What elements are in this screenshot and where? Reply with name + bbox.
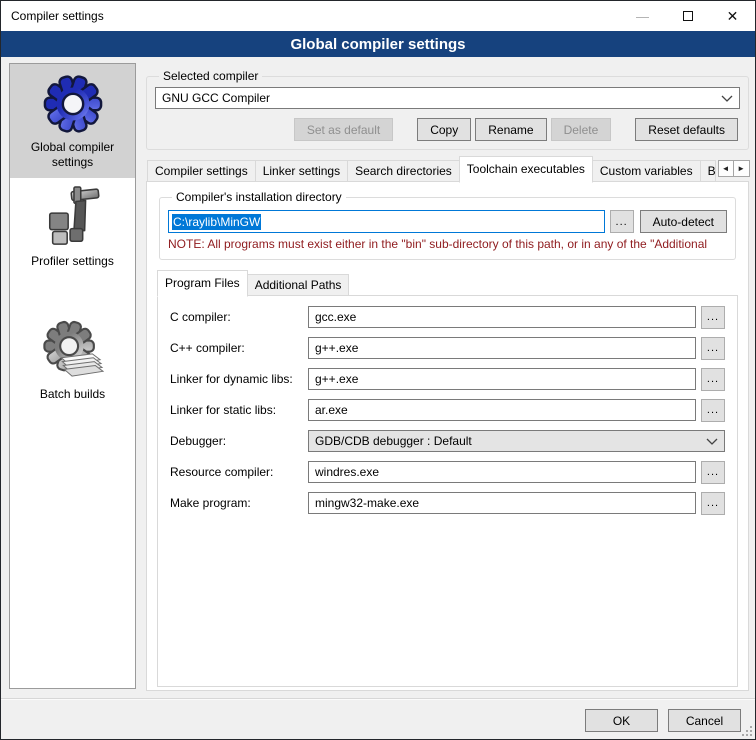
form-row-cpp-compiler: C++ compiler: ... [170, 337, 725, 359]
sidebar-item-profiler-settings[interactable]: Profiler settings [10, 178, 135, 277]
compiler-settings-dialog: Compiler settings — ✕ Global compiler se… [0, 0, 756, 740]
settings-category-list: Global compiler settings [9, 63, 136, 689]
c-compiler-browse-button[interactable]: ... [701, 306, 725, 329]
sidebar-item-batch-builds[interactable]: Batch builds [10, 311, 135, 410]
installation-directory-row: C:\raylib\MinGW ... Auto-detect [168, 210, 727, 233]
tab-scroll-left-button[interactable]: ◄ [718, 160, 734, 177]
main-panel: Selected compiler GNU GCC Compiler Set a… [146, 63, 749, 691]
window-title: Compiler settings [1, 9, 104, 23]
page-title: Global compiler settings [290, 36, 465, 53]
form-row-static-linker: Linker for static libs: ... [170, 399, 725, 421]
subtab-additional-paths[interactable]: Additional Paths [248, 274, 350, 296]
make-program-browse-button[interactable]: ... [701, 492, 725, 515]
title-bar: Compiler settings — ✕ [1, 1, 755, 31]
selected-compiler-legend: Selected compiler [159, 69, 262, 83]
compiler-actions-row: Set as default Copy Rename Delete Reset … [155, 118, 740, 141]
installation-directory-group: Compiler's installation directory C:\ray… [159, 190, 736, 260]
static-linker-browse-button[interactable]: ... [701, 399, 725, 422]
c-compiler-input[interactable] [308, 306, 696, 328]
tab-toolchain-executables[interactable]: Toolchain executables [459, 156, 593, 183]
installation-directory-browse-button[interactable]: ... [610, 210, 634, 233]
form-row-c-compiler: C compiler: ... [170, 306, 725, 328]
sidebar-item-label: Global compiler settings [12, 140, 133, 170]
arrow-left-icon: ◄ [722, 164, 730, 173]
tab-compiler-settings[interactable]: Compiler settings [147, 160, 256, 182]
gray-gear-stack-icon [42, 319, 104, 381]
make-program-input[interactable] [308, 492, 696, 514]
auto-detect-button[interactable]: Auto-detect [640, 210, 727, 233]
compiler-select[interactable]: GNU GCC Compiler [155, 87, 740, 109]
minimize-button[interactable]: — [620, 1, 665, 31]
static-linker-input[interactable] [308, 399, 696, 421]
caliper-icon [42, 186, 104, 248]
settings-tab-bar: Compiler settings Linker settings Search… [146, 155, 749, 182]
installation-directory-legend: Compiler's installation directory [172, 190, 346, 204]
window-controls: — ✕ [620, 1, 755, 31]
sidebar-item-global-compiler-settings[interactable]: Global compiler settings [10, 64, 135, 178]
form-row-dynamic-linker: Linker for dynamic libs: ... [170, 368, 725, 390]
field-label: Resource compiler: [170, 465, 308, 479]
field-label: Debugger: [170, 434, 308, 448]
resource-compiler-browse-button[interactable]: ... [701, 461, 725, 484]
tab-custom-variables[interactable]: Custom variables [593, 160, 701, 182]
sidebar-item-label: Profiler settings [31, 254, 114, 269]
tab-scroll-right-button[interactable]: ► [734, 160, 750, 177]
close-button[interactable]: ✕ [710, 1, 755, 31]
resize-grip-icon[interactable] [742, 726, 752, 736]
field-label: C++ compiler: [170, 341, 308, 355]
program-files-tab-bar: Program Files Additional Paths [157, 272, 738, 296]
delete-button[interactable]: Delete [551, 118, 612, 141]
minimize-icon: — [636, 9, 649, 24]
debugger-select[interactable]: GDB/CDB debugger : Default [308, 430, 725, 452]
tab-build-options-truncated[interactable]: Build options [701, 160, 716, 182]
toolchain-executables-panel: Compiler's installation directory C:\ray… [146, 181, 749, 691]
installation-directory-value: C:\raylib\MinGW [172, 214, 261, 230]
sidebar-spacer [10, 277, 135, 311]
reset-defaults-button[interactable]: Reset defaults [635, 118, 738, 141]
form-row-make-program: Make program: ... [170, 492, 725, 514]
field-label: Linker for dynamic libs: [170, 372, 308, 386]
page-title-banner: Global compiler settings [1, 31, 755, 57]
compiler-select-value: GNU GCC Compiler [162, 91, 270, 105]
resource-compiler-input[interactable] [308, 461, 696, 483]
form-row-resource-compiler: Resource compiler: ... [170, 461, 725, 483]
tab-linker-settings[interactable]: Linker settings [256, 160, 348, 182]
arrow-right-icon: ► [737, 164, 745, 173]
copy-button[interactable]: Copy [417, 118, 471, 141]
installation-directory-input[interactable]: C:\raylib\MinGW [168, 210, 605, 233]
field-label: Make program: [170, 496, 308, 510]
footer-divider [1, 698, 755, 700]
debugger-select-value: GDB/CDB debugger : Default [315, 434, 472, 448]
field-label: C compiler: [170, 310, 308, 324]
subtab-program-files[interactable]: Program Files [157, 270, 248, 297]
dynamic-linker-browse-button[interactable]: ... [701, 368, 725, 391]
dynamic-linker-input[interactable] [308, 368, 696, 390]
installation-directory-note: NOTE: All programs must exist either in … [168, 237, 727, 251]
maximize-icon [683, 11, 693, 21]
field-label: Linker for static libs: [170, 403, 308, 417]
cpp-compiler-browse-button[interactable]: ... [701, 337, 725, 360]
rename-button[interactable]: Rename [475, 118, 546, 141]
dialog-buttons: OK Cancel [585, 709, 741, 732]
chevron-down-icon [721, 95, 733, 102]
blue-gear-icon [42, 72, 104, 134]
set-as-default-button[interactable]: Set as default [294, 118, 393, 141]
sidebar-item-label: Batch builds [40, 387, 105, 402]
selected-compiler-group: Selected compiler GNU GCC Compiler Set a… [146, 69, 749, 150]
tab-search-directories[interactable]: Search directories [348, 160, 460, 182]
program-files-panel: C compiler: ... C++ compiler: ... Linker… [157, 295, 738, 687]
chevron-down-icon [706, 438, 718, 445]
close-icon: ✕ [727, 8, 739, 25]
tab-scroll-buttons: ◄ ► [718, 160, 750, 177]
cpp-compiler-input[interactable] [308, 337, 696, 359]
cancel-button[interactable]: Cancel [668, 709, 741, 732]
form-row-debugger: Debugger: GDB/CDB debugger : Default [170, 430, 725, 452]
maximize-button[interactable] [665, 1, 710, 31]
ok-button[interactable]: OK [585, 709, 658, 732]
